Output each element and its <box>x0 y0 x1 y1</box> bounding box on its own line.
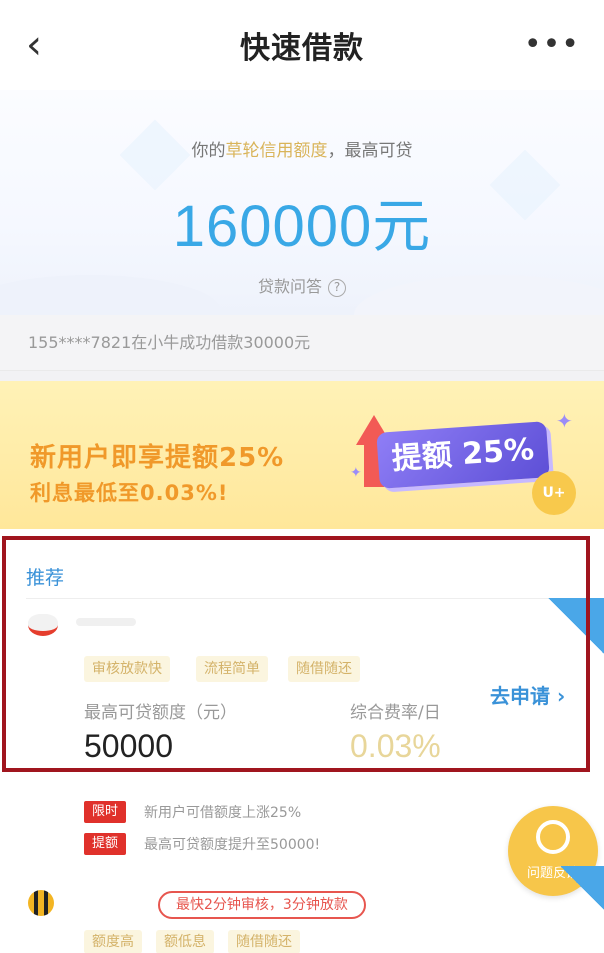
subtitle-highlight[interactable]: 草轮信用额度 <box>226 141 328 161</box>
star-icon: ✦ <box>556 409 573 433</box>
faq-label[interactable]: 贷款问答 <box>258 277 322 296</box>
subtitle-suffix: ，最高可贷 <box>327 141 413 161</box>
promo-headline: 新用户即享提额25% <box>30 443 285 473</box>
star-icon: ✦ <box>350 465 362 481</box>
notice-text: 新用户可借额度上涨25% <box>144 805 302 821</box>
notice-row: 提额 最高可贷额度提升至50000! <box>84 832 320 856</box>
fast-approval-pill: 最快2分钟审核，3分钟放款 <box>158 891 366 919</box>
more-options-icon[interactable]: ••• <box>524 30 580 60</box>
page-title: 快速借款 <box>240 31 364 66</box>
bee-logo-icon <box>28 890 54 916</box>
feature-tag: 随借随还 <box>228 930 300 953</box>
back-arrow-icon[interactable]: ‹ <box>26 22 66 68</box>
corner-ribbon <box>560 866 604 910</box>
notice-row: 限时 新用户可借额度上涨25% <box>84 800 301 824</box>
credit-limit-hero: 你的草轮信用额度，最高可贷 160000元 贷款问答? <box>0 90 604 315</box>
notice-text: 最高可贷额度提升至50000! <box>144 837 321 853</box>
feature-tag: 额低息 <box>156 930 214 953</box>
credit-subtitle: 你的草轮信用额度，最高可贷 <box>0 136 604 161</box>
promo-subline: 利息最低至0.03%! <box>30 481 229 505</box>
promo-badge: 提额 25% <box>376 421 550 489</box>
top-bar: ‹ 快速借款 ••• <box>0 0 604 90</box>
coin-icon: U+ <box>532 471 576 515</box>
notice-pill: 提额 <box>84 833 126 855</box>
product2-tags: 额度高 额低息 随借随还 <box>84 930 314 953</box>
loan-success-ticker: 155****7821在小牛成功借款30000元 <box>0 315 604 371</box>
feature-tag: 额度高 <box>84 930 142 953</box>
headset-icon <box>536 820 570 854</box>
new-user-promo-banner[interactable]: 新用户即享提额25% 利息最低至0.03%! 提额 25% U+ ✦ ✦ <box>0 381 604 529</box>
question-icon[interactable]: ? <box>328 278 346 297</box>
subtitle-prefix: 你的 <box>191 141 226 161</box>
notice-pill: 限时 <box>84 801 126 823</box>
highlight-box <box>2 536 590 772</box>
